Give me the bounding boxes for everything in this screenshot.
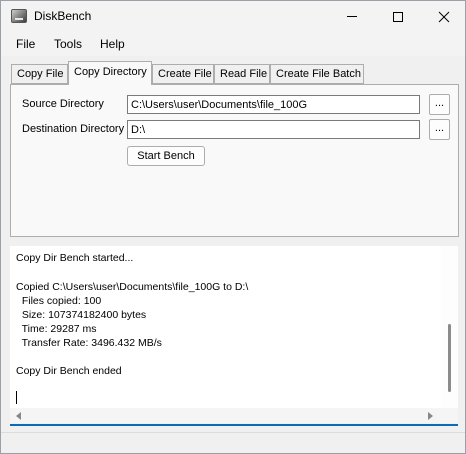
tab-copy-file[interactable]: Copy File xyxy=(11,64,68,84)
destination-directory-label: Destination Directory xyxy=(22,123,125,135)
log-line: Transfer Rate: 3496.432 MB/s xyxy=(16,337,162,349)
scroll-left-icon[interactable] xyxy=(16,412,21,420)
menu-file[interactable]: File xyxy=(16,37,35,51)
app-drive-icon xyxy=(11,9,27,23)
menu-tools[interactable]: Tools xyxy=(54,37,82,51)
maximize-icon xyxy=(393,11,403,22)
menu-help[interactable]: Help xyxy=(100,37,125,51)
title-bar[interactable]: DiskBench xyxy=(1,1,465,32)
log-line: Copied C:\Users\user\Documents\file_100G… xyxy=(16,281,249,293)
maximize-button[interactable] xyxy=(375,1,421,32)
log-line: Copy Dir Bench started... xyxy=(16,252,134,264)
log-line: Copy Dir Bench ended xyxy=(16,365,122,377)
minimize-button[interactable] xyxy=(329,1,375,32)
close-icon xyxy=(438,11,450,22)
log-horizontal-scrollbar[interactable] xyxy=(10,408,458,423)
close-button[interactable] xyxy=(421,1,466,32)
log-output[interactable]: Copy Dir Bench started... Copied C:\User… xyxy=(10,246,441,408)
text-caret xyxy=(16,391,17,404)
tab-create-file[interactable]: Create File xyxy=(152,64,214,84)
destination-browse-button[interactable]: ... xyxy=(429,119,450,140)
tab-read-file[interactable]: Read File xyxy=(214,64,270,84)
log-line: Files copied: 100 xyxy=(16,295,102,307)
copy-directory-panel: Source Directory ... Destination Directo… xyxy=(10,84,459,237)
accent-divider xyxy=(10,424,458,426)
menu-bar: File Tools Help xyxy=(1,32,465,56)
status-bar xyxy=(1,432,465,453)
log-line: Size: 107374182400 bytes xyxy=(16,309,147,321)
destination-directory-input[interactable] xyxy=(127,120,420,139)
start-bench-button[interactable]: Start Bench xyxy=(127,146,205,166)
log-vertical-scrollbar[interactable] xyxy=(441,246,458,408)
minimize-icon xyxy=(347,16,357,17)
scroll-right-icon[interactable] xyxy=(428,412,433,420)
tab-create-file-batch[interactable]: Create File Batch xyxy=(270,64,364,84)
source-directory-label: Source Directory xyxy=(22,98,104,110)
window-title: DiskBench xyxy=(34,9,92,23)
source-browse-button[interactable]: ... xyxy=(429,94,450,115)
log-line: Time: 29287 ms xyxy=(16,323,97,335)
diskbench-window: DiskBench File Tools Help Copy File Copy… xyxy=(0,0,466,454)
vertical-scroll-thumb[interactable] xyxy=(448,324,451,392)
source-directory-input[interactable] xyxy=(127,95,420,114)
tab-copy-directory[interactable]: Copy Directory xyxy=(68,61,152,85)
